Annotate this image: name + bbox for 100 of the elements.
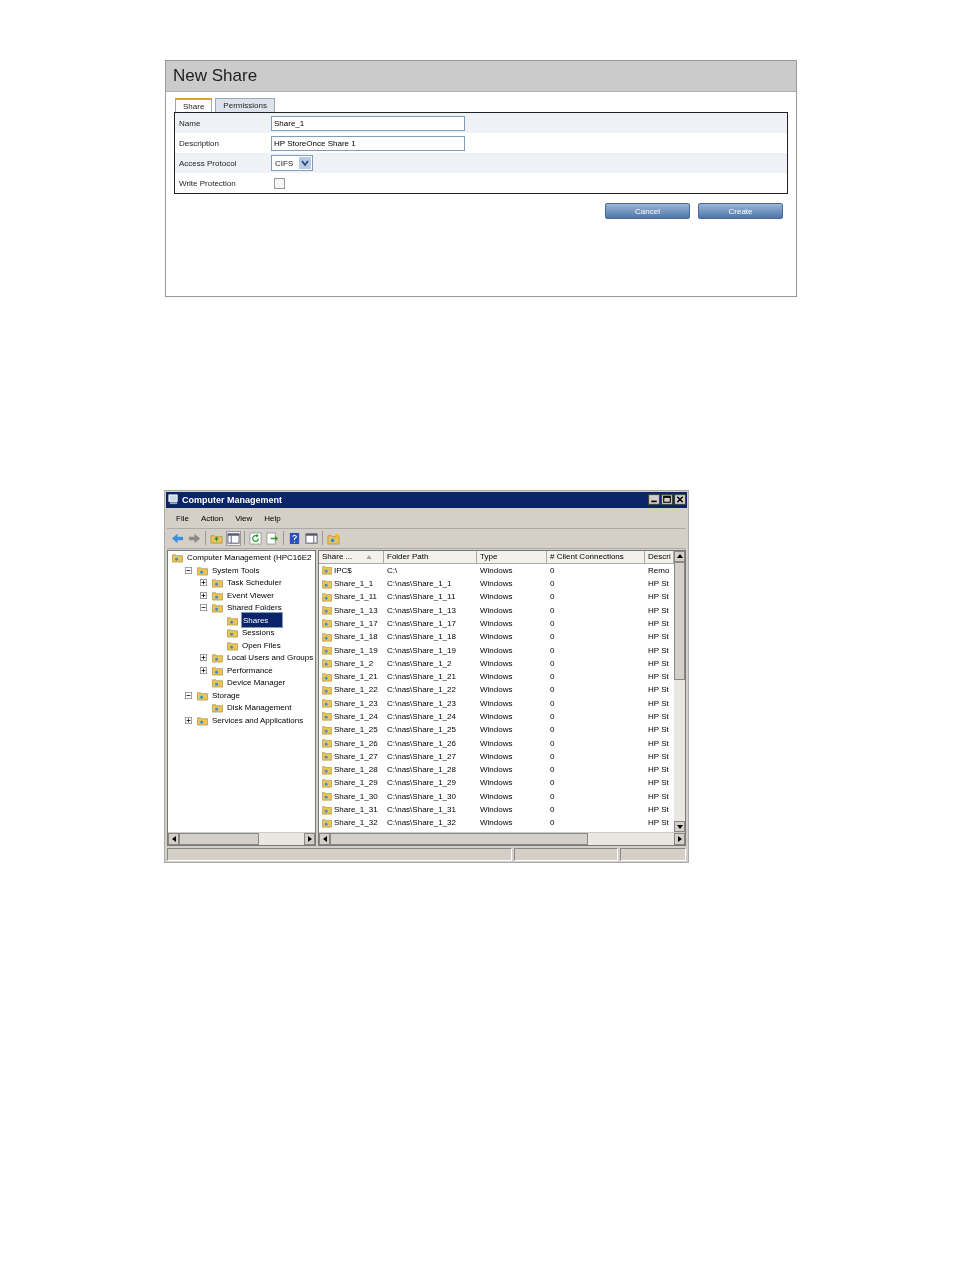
- expand-icon[interactable]: [200, 666, 207, 674]
- scroll-left-icon[interactable]: [171, 836, 176, 843]
- table-cell: 0: [550, 712, 555, 721]
- scroll-down-icon[interactable]: [676, 824, 683, 829]
- tree-item[interactable]: Disk Management: [226, 703, 293, 713]
- expand-icon[interactable]: [200, 579, 207, 587]
- tree-item[interactable]: Sessions: [241, 628, 276, 638]
- minimize-icon[interactable]: [648, 494, 660, 506]
- input-field[interactable]: Share_1: [271, 115, 465, 131]
- tree-item[interactable]: System Tools: [211, 565, 261, 575]
- table-cell: Share_1_25: [334, 725, 378, 735]
- field-label: Write Protection: [178, 178, 237, 188]
- table-cell: HP St: [648, 632, 669, 642]
- scroll-up-icon[interactable]: [676, 554, 683, 559]
- table-cell: C:\nas\Share_1_1: [387, 579, 452, 588]
- folder-icon: [172, 552, 183, 564]
- table-cell: C:\nas\Share_1_11: [387, 592, 456, 602]
- shared-folder-icon: [322, 738, 332, 749]
- column-header[interactable]: Descri: [645, 550, 674, 564]
- menu-item[interactable]: Action: [194, 514, 230, 524]
- table-cell: Share_1_21: [334, 672, 378, 682]
- help-icon[interactable]: [288, 531, 301, 545]
- column-header[interactable]: Folder Path: [384, 550, 477, 564]
- table-cell: Remo: [648, 565, 670, 575]
- table-cell: Share_1_23: [334, 698, 378, 708]
- horizontal-scrollbar[interactable]: [319, 832, 685, 846]
- table-cell: HP St: [648, 579, 669, 588]
- folder-icon: [227, 639, 238, 651]
- menu-item[interactable]: View: [229, 514, 259, 524]
- horizontal-scrollbar[interactable]: [168, 832, 315, 846]
- table-cell: 0: [550, 685, 555, 695]
- collapse-icon[interactable]: [185, 691, 192, 699]
- close-icon[interactable]: [674, 494, 686, 506]
- tree-item[interactable]: Event Viewer: [226, 590, 275, 600]
- tree-item[interactable]: Device Manager: [226, 678, 287, 688]
- table-cell: Windows: [480, 565, 513, 575]
- expand-icon[interactable]: [200, 654, 207, 662]
- expand-icon[interactable]: [185, 716, 192, 724]
- scroll-right-icon[interactable]: [677, 836, 682, 843]
- table-cell: C:\nas\Share_1_31: [387, 805, 456, 815]
- table-cell: IPC$: [334, 565, 352, 575]
- table-cell: C:\nas\Share_1_32: [387, 818, 456, 828]
- panel-icon[interactable]: [305, 531, 318, 545]
- tab[interactable]: Share: [175, 98, 213, 112]
- tree-item[interactable]: Open Files: [241, 640, 282, 650]
- tree-item[interactable]: Local Users and Groups: [226, 653, 315, 663]
- tree-item[interactable]: Task Scheduler: [226, 578, 283, 588]
- table-cell: Windows: [480, 725, 513, 735]
- table-cell: HP St: [648, 592, 669, 602]
- tree-item[interactable]: Shared Folders: [226, 603, 283, 613]
- menu-item[interactable]: Help: [258, 514, 287, 524]
- column-header[interactable]: Type: [477, 550, 547, 564]
- tree-item[interactable]: Storage: [211, 690, 242, 700]
- table-cell: Share_1_1: [334, 579, 374, 588]
- tree-item[interactable]: Computer Management (HPC16E2: [186, 553, 313, 563]
- shared-folder-icon: [322, 605, 332, 616]
- scroll-right-icon[interactable]: [307, 836, 312, 843]
- table-cell: 0: [550, 592, 555, 602]
- shared-folder-icon: [322, 658, 332, 669]
- table-cell: Share_1_32: [334, 818, 378, 828]
- scroll-left-icon[interactable]: [322, 836, 327, 843]
- refresh-icon[interactable]: [249, 531, 262, 545]
- table-cell: 0: [550, 698, 555, 708]
- export-icon[interactable]: [266, 531, 279, 545]
- tab[interactable]: Permissions: [215, 98, 275, 112]
- table-cell: HP St: [648, 672, 669, 682]
- folder-icon: [212, 652, 223, 664]
- collapse-icon[interactable]: [200, 604, 207, 612]
- protocol-dropdown[interactable]: CIFS: [271, 155, 313, 171]
- table-cell: 0: [550, 725, 555, 735]
- table-cell: Share_1_22: [334, 685, 378, 695]
- table-cell: HP St: [648, 818, 669, 828]
- column-header[interactable]: # Client Connections: [547, 550, 645, 564]
- tree-item[interactable]: Shares: [241, 612, 283, 629]
- table-cell: 0: [550, 791, 555, 801]
- table-cell: C:\nas\Share_1_25: [387, 725, 456, 735]
- folder-icon: [212, 664, 223, 676]
- menu-item[interactable]: File: [170, 514, 195, 524]
- table-cell: C:\nas\Share_1_22: [387, 685, 456, 695]
- shared-folder-icon: [322, 684, 332, 695]
- table-cell: Share_1_11: [334, 592, 377, 602]
- tree-item[interactable]: Services and Applications: [211, 715, 305, 725]
- computer-icon: [168, 494, 179, 506]
- column-header[interactable]: Share ...: [319, 550, 384, 564]
- vertical-scrollbar[interactable]: [674, 550, 685, 833]
- expand-icon[interactable]: [200, 591, 207, 599]
- table-cell: Windows: [480, 645, 513, 655]
- field-label: Description: [178, 138, 220, 148]
- console-tree-icon[interactable]: [227, 531, 240, 545]
- maximize-icon[interactable]: [661, 494, 673, 506]
- collapse-icon[interactable]: [185, 566, 192, 574]
- table-cell: Windows: [480, 618, 513, 628]
- table-cell: Windows: [480, 791, 513, 801]
- table-cell: Share_1_24: [334, 712, 378, 721]
- table-cell: Share_1_31: [334, 805, 378, 815]
- tree-item[interactable]: Performance: [226, 665, 274, 675]
- shared-folder-icon: [322, 631, 332, 642]
- table-cell: C:\nas\Share_1_17: [387, 618, 456, 628]
- checkbox[interactable]: [274, 177, 285, 189]
- input-field[interactable]: HP StoreOnce Share 1: [271, 135, 465, 151]
